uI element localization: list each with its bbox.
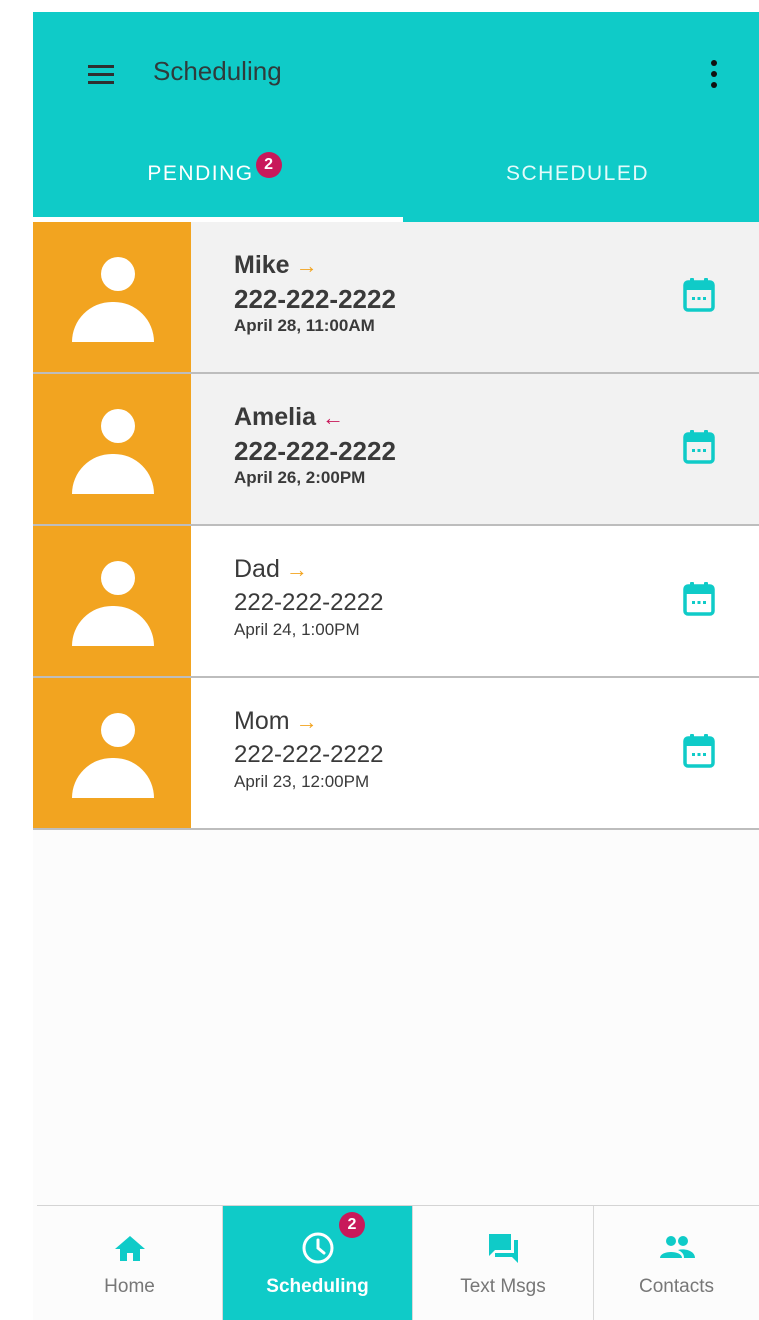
avatar	[33, 678, 191, 828]
nav-scheduling[interactable]: 2 Scheduling	[223, 1206, 413, 1320]
outgoing-arrow-icon: →	[295, 709, 318, 734]
avatar	[33, 526, 191, 676]
contact-info: Dad → 222-222-2222 April 24, 1:00PM	[234, 554, 383, 641]
person-icon-head	[101, 561, 135, 595]
contact-name: Amelia	[234, 403, 316, 431]
menu-icon-bar	[88, 72, 114, 76]
avatar	[33, 222, 191, 372]
people-icon	[659, 1236, 695, 1258]
incoming-arrow-icon: ←	[321, 405, 344, 430]
contact-phone: 222-222-2222	[234, 284, 396, 314]
calendar-icon[interactable]	[683, 430, 715, 464]
contact-name: Mike	[234, 251, 290, 279]
contact-name-line: Amelia ←	[234, 402, 396, 433]
calendar-icon[interactable]	[683, 278, 715, 312]
contact-name: Mom	[234, 707, 290, 735]
person-icon-head	[101, 713, 135, 747]
menu-icon[interactable]	[81, 54, 121, 94]
outgoing-arrow-icon: →	[295, 253, 318, 278]
more-dot	[711, 60, 717, 66]
nav-text-msgs-label: Text Msgs	[460, 1276, 546, 1297]
clock-icon	[302, 1232, 333, 1264]
contact-info: Mike → 222-222-2222 April 28, 11:00AM	[234, 250, 396, 337]
nav-contacts[interactable]: Contacts	[594, 1206, 759, 1320]
nav-scheduling-label: Scheduling	[266, 1276, 369, 1297]
contact-phone: 222-222-2222	[234, 589, 384, 616]
calendar-icon[interactable]	[683, 734, 715, 768]
person-icon-body	[72, 758, 154, 798]
more-vertical-icon[interactable]	[701, 54, 727, 94]
pending-list: Mike → 222-222-2222 April 28, 11:00AM Ame…	[33, 222, 759, 830]
contact-name-line: Mike →	[234, 250, 396, 281]
list-item[interactable]: Amelia ← 222-222-2222 April 26, 2:00PM	[33, 374, 759, 526]
calendar-icon[interactable]	[683, 582, 715, 616]
tab-pending-label: PENDING	[147, 162, 254, 185]
avatar	[33, 374, 191, 524]
more-dot	[711, 82, 717, 88]
person-icon-body	[72, 606, 154, 646]
tab-scheduled[interactable]: SCHEDULED	[396, 142, 759, 222]
app-bar: Scheduling PENDING 2 SCHEDULED	[33, 12, 759, 222]
contact-phone: 222-222-2222	[234, 741, 384, 768]
list-item[interactable]: Mom → 222-222-2222 April 23, 12:00PM	[33, 678, 759, 830]
home-icon	[114, 1236, 145, 1261]
person-icon-body	[72, 454, 154, 494]
person-icon-head	[101, 409, 135, 443]
appointment-date: April 24, 1:00PM	[234, 620, 360, 639]
app-screen: Scheduling PENDING 2 SCHEDULED Mike → 222…	[33, 12, 759, 1320]
nav-home-label: Home	[104, 1276, 155, 1297]
tab-pending[interactable]: PENDING 2	[33, 142, 396, 222]
menu-icon-bar	[88, 64, 114, 68]
contact-phone: 222-222-2222	[234, 436, 396, 466]
contact-info: Amelia ← 222-222-2222 April 26, 2:00PM	[234, 402, 396, 489]
nav-text-msgs[interactable]: Text Msgs	[413, 1206, 594, 1320]
menu-icon-bar	[88, 80, 114, 84]
outgoing-arrow-icon: →	[285, 557, 308, 582]
person-icon-body	[72, 302, 154, 342]
appointment-date: April 28, 11:00AM	[234, 316, 375, 335]
pending-count-badge: 2	[255, 152, 282, 178]
tab-scheduled-label: SCHEDULED	[505, 162, 650, 185]
contact-info: Mom → 222-222-2222 April 23, 12:00PM	[234, 706, 383, 793]
list-item[interactable]: Dad → 222-222-2222 April 24, 1:00PM	[33, 526, 759, 678]
appointment-date: April 26, 2:00PM	[234, 468, 366, 487]
person-icon-head	[101, 257, 135, 291]
contact-name-line: Dad →	[234, 554, 383, 585]
nav-contacts-label: Contacts	[639, 1276, 714, 1297]
contact-name-line: Mom →	[234, 706, 383, 737]
more-dot	[711, 71, 717, 77]
bottom-navigation: Home 2 Scheduling Text Msgs Contacts	[37, 1205, 759, 1320]
scheduling-count-badge: 2	[339, 1212, 365, 1238]
list-item[interactable]: Mike → 222-222-2222 April 28, 11:00AM	[33, 222, 759, 374]
nav-home[interactable]: Home	[37, 1206, 223, 1320]
chat-icon	[489, 1234, 518, 1263]
appointment-date: April 23, 12:00PM	[234, 772, 370, 791]
page-title: Scheduling	[153, 56, 282, 86]
contact-name: Dad	[234, 555, 280, 583]
